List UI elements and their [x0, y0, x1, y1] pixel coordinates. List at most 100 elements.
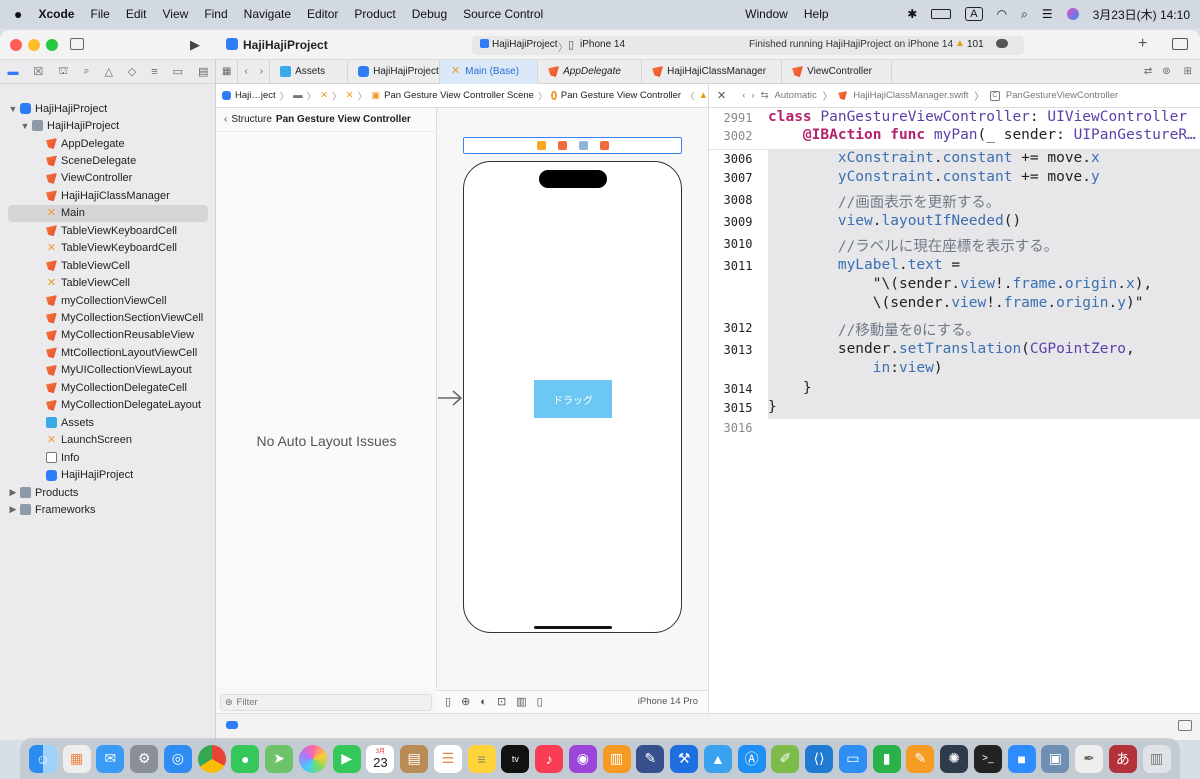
- symbol-icon[interactable]: ⛫: [58, 65, 68, 79]
- pages-icon[interactable]: ✎: [906, 744, 935, 773]
- add-button[interactable]: +: [1138, 35, 1147, 53]
- add-editor-icon[interactable]: ⊞: [1176, 60, 1200, 84]
- tree-root[interactable]: ▼ HajiHajiProject: [8, 100, 208, 117]
- navigator-file-item[interactable]: TableViewKeyboardCell: [8, 222, 208, 239]
- numbers-icon[interactable]: ▮: [872, 744, 901, 773]
- update-frames-icon[interactable]: ⊕: [461, 695, 470, 708]
- navigator-file-item[interactable]: HajiHajiProject: [8, 467, 208, 484]
- close-icon[interactable]: ✕: [717, 89, 726, 102]
- finder-icon[interactable]: ☺: [28, 744, 57, 773]
- code-line[interactable]: \(sender.view!.frame.origin.y)": [768, 295, 1200, 319]
- source-control-icon[interactable]: ☒: [33, 65, 43, 78]
- zoom-icon[interactable]: ▥: [516, 695, 526, 708]
- test-icon[interactable]: ◇: [128, 65, 136, 78]
- issue-icon[interactable]: △: [104, 65, 112, 78]
- breakpoint-icon[interactable]: ▭: [173, 65, 183, 78]
- menu-window[interactable]: Window: [745, 7, 788, 21]
- storyboard-icon[interactable]: ✕: [320, 90, 328, 101]
- input-mode-indicator[interactable]: A: [965, 7, 983, 21]
- related-items-icon[interactable]: ⇆: [761, 90, 769, 101]
- reminders-icon[interactable]: ☰: [433, 744, 462, 773]
- zoom-window-button[interactable]: [46, 39, 58, 51]
- report-icon[interactable]: ▤: [198, 65, 208, 78]
- code-line[interactable]: yConstraint.constant += move.y: [768, 169, 1200, 191]
- simulator-icon[interactable]: ▲: [703, 744, 732, 773]
- jump-file[interactable]: HajiHajiClassManager.swift: [853, 90, 968, 101]
- jump-controller[interactable]: Pan Gesture View Controller: [561, 90, 681, 101]
- device-icon[interactable]: ▯: [537, 695, 543, 708]
- navigator-file-item[interactable]: SceneDelegate: [8, 152, 208, 169]
- back-icon[interactable]: ‹: [238, 60, 253, 84]
- navigator-file-item[interactable]: Info: [8, 449, 208, 466]
- chrome-icon[interactable]: [197, 744, 226, 773]
- menu-file[interactable]: File: [90, 7, 109, 21]
- outline-back-button[interactable]: Structure: [231, 114, 272, 125]
- navigator-file-item[interactable]: MyCollectionDelegateLayout: [8, 397, 208, 414]
- cloud-icon[interactable]: [996, 39, 1008, 48]
- menu-navigate[interactable]: Navigate: [244, 7, 291, 21]
- jump-symbol[interactable]: PanGestureViewController: [1006, 90, 1118, 101]
- code-line[interactable]: [768, 419, 1200, 438]
- appearance-icon[interactable]: ◐: [480, 696, 487, 708]
- folder-icon[interactable]: ▬: [293, 90, 303, 101]
- back-icon[interactable]: ‹: [742, 90, 745, 101]
- view-controller-icon[interactable]: [536, 141, 546, 150]
- tab-assets[interactable]: Assets: [270, 59, 349, 84]
- navigator-file-item[interactable]: ✕ TableViewKeyboardCell: [8, 240, 208, 257]
- chevron-right-icon[interactable]: ▶: [8, 504, 18, 515]
- chatgpt-icon[interactable]: ✺: [940, 744, 969, 773]
- code-line[interactable]: "\(sender.view!.frame.origin.x),: [768, 276, 1200, 295]
- menu-view[interactable]: View: [163, 7, 189, 21]
- music-icon[interactable]: ♪: [535, 744, 564, 773]
- wifi-icon[interactable]: ◠: [997, 7, 1007, 21]
- code-line[interactable]: class PanGestureViewController: UIViewCo…: [768, 109, 1200, 129]
- run-button[interactable]: ▶: [190, 37, 200, 53]
- menu-help[interactable]: Help: [804, 7, 829, 21]
- photos-icon[interactable]: [298, 744, 327, 773]
- debug-icon[interactable]: ≡: [151, 66, 157, 78]
- trash-icon[interactable]: ▥: [1142, 744, 1171, 773]
- navigator-file-item[interactable]: HajiHajiClassManager: [8, 187, 208, 204]
- menu-debug[interactable]: Debug: [412, 7, 447, 21]
- chevron-left-icon[interactable]: ‹: [224, 114, 227, 125]
- search-icon[interactable]: ⌕: [1021, 7, 1028, 22]
- system-settings-icon[interactable]: ⚙: [130, 744, 159, 773]
- grid-icon[interactable]: ▦: [216, 59, 239, 84]
- siri-icon[interactable]: [1066, 8, 1079, 20]
- menu-edit[interactable]: Edit: [126, 7, 147, 21]
- menu-app[interactable]: Xcode: [38, 7, 74, 21]
- menu-find[interactable]: Find: [204, 7, 227, 21]
- source-editor[interactable]: 2991 class PanGestureViewController: UIVi…: [708, 108, 1200, 740]
- code-line[interactable]: view.layoutIfNeeded(): [768, 213, 1200, 235]
- bluetooth-icon[interactable]: ✱: [907, 7, 917, 21]
- adjust-editor-icon[interactable]: ⊚: [1157, 60, 1175, 84]
- tree-group[interactable]: ▼ HajiHajiProject: [8, 117, 208, 134]
- battery-icon[interactable]: [931, 9, 952, 19]
- tab-classmanager[interactable]: HajiHajiClassManager: [642, 59, 783, 84]
- outline-toggle-icon[interactable]: ▯: [445, 695, 451, 708]
- code-line[interactable]: xConstraint.constant += move.x: [768, 150, 1200, 169]
- notes-app-icon[interactable]: ▤: [400, 744, 429, 773]
- jump-scene[interactable]: Pan Gesture View Controller Scene: [384, 90, 534, 101]
- orientation-icon[interactable]: ⊡: [497, 695, 506, 708]
- script-editor-icon[interactable]: ✒: [1075, 744, 1104, 773]
- code-line[interactable]: //ラベルに現在座標を表示する。: [768, 235, 1200, 257]
- warning-icon[interactable]: ▲: [955, 38, 965, 49]
- chevron-down-icon[interactable]: ▼: [8, 104, 18, 114]
- scheme-selector[interactable]: HajiHajiProject: [492, 39, 558, 50]
- code-line[interactable]: myLabel.text =: [768, 257, 1200, 276]
- navigator-file-item[interactable]: MyCollectionDelegateCell: [8, 379, 208, 396]
- navigator-file-item[interactable]: myCollectionViewCell: [8, 292, 208, 309]
- storyboard-icon[interactable]: ✕: [346, 90, 354, 101]
- code-line[interactable]: @IBAction func myPan(_ sender: UIPanGest…: [768, 127, 1200, 147]
- tab-appdelegate[interactable]: AppDelegate: [538, 59, 643, 84]
- messages-icon[interactable]: ●: [231, 744, 260, 773]
- iphone-scene[interactable]: ドラッグ: [463, 161, 682, 633]
- exit-icon[interactable]: [599, 141, 609, 150]
- folder-icon[interactable]: ▬: [7, 66, 18, 78]
- debug-area-toggle-icon[interactable]: [226, 721, 238, 729]
- preview-icon[interactable]: ▣: [1041, 744, 1070, 773]
- code-line[interactable]: //画面表示を更新する。: [768, 191, 1200, 213]
- navigator-file-item[interactable]: ✕ TableViewCell: [8, 275, 208, 292]
- sidebar-toggle-icon[interactable]: [70, 38, 84, 50]
